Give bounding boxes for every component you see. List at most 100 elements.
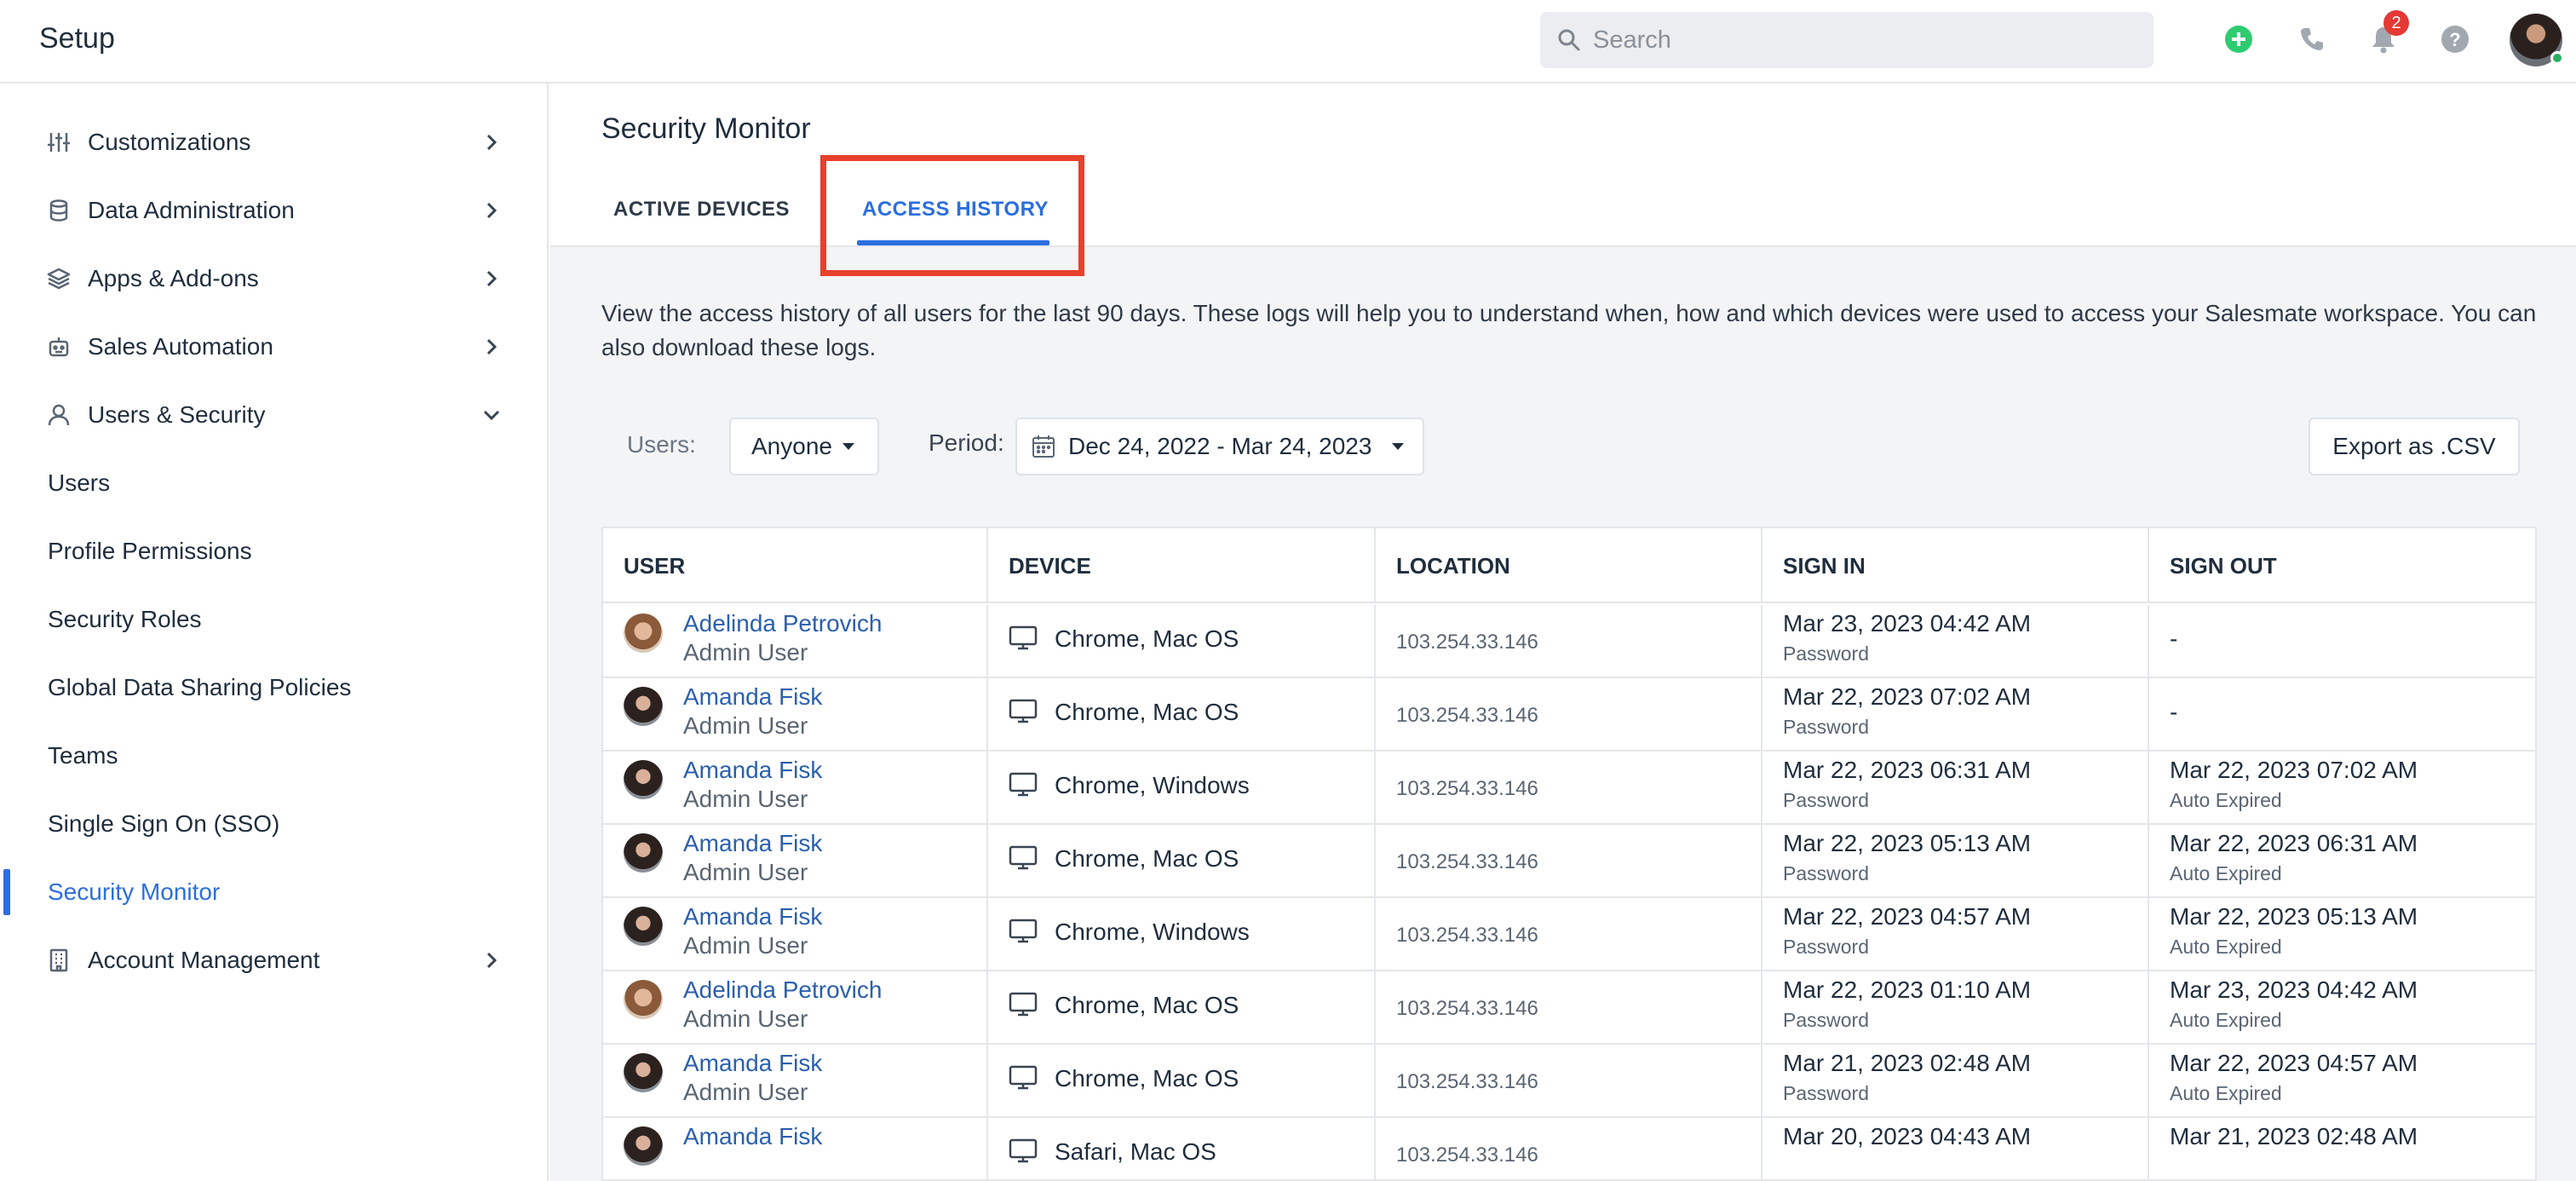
column-header-sign-in: SIGN IN [1762,528,2149,603]
table-header: USER DEVICE LOCATION SIGN IN SIGN OUT [603,528,2535,603]
top-bar: Setup 2 ? [0,0,2576,84]
table-row[interactable]: Amanda Fisk Admin User Chrome, Windows 103.… [603,898,2535,971]
user-name-link[interactable]: Adelinda Petrovich [683,610,882,637]
location-text: 103.254.33.146 [1396,997,1538,1020]
cell-user: Adelinda Petrovich Admin User [603,971,988,1045]
table-row[interactable]: Amanda Fisk Safari, Mac OS 103.254.33.146 M… [603,1118,2535,1179]
cell-sign-out: Mar 22, 2023 07:02 AM Auto Expired [2149,752,2535,825]
cell-location: 103.254.33.146 [1376,1118,1762,1179]
table-row[interactable]: Amanda Fisk Admin User Chrome, Mac OS 103.2… [603,825,2535,898]
user-name-link[interactable]: Amanda Fisk [683,1123,822,1150]
sidebar-item-global-data-sharing-policies[interactable]: Global Data Sharing Policies [0,658,549,717]
tab-active-devices[interactable]: ACTIVE DEVICES [613,198,790,222]
sign-out-reason: Auto Expired [2170,789,2282,811]
user-avatar[interactable] [2510,14,2564,66]
search-input[interactable] [1593,12,2138,68]
chevron-right-icon [479,130,504,155]
sidebar-item-account-management[interactable]: Account Management [0,930,549,990]
sidebar-item-users-security[interactable]: Users & Security [0,385,549,445]
location-text: 103.254.33.146 [1396,631,1538,654]
chevron-right-icon [479,948,504,973]
device-text: Chrome, Mac OS [1055,845,1239,872]
chevron-right-icon [479,198,504,223]
column-header-user: USER [603,528,988,603]
user-role: Admin User [683,712,808,739]
robot-icon [44,332,73,361]
sign-in-time: Mar 22, 2023 06:31 AM [1783,757,2032,783]
sidebar-item-label: Account Management [88,947,320,973]
sidebar-item-profile-permissions[interactable]: Profile Permissions [0,521,549,581]
sign-out-reason: Auto Expired [2170,936,2282,958]
sign-out-time: - [2170,699,2178,725]
cell-sign-in: Mar 22, 2023 06:31 AM Password [1762,752,2149,825]
period-filter-dropdown[interactable]: Dec 24, 2022 - Mar 24, 2023 [1015,418,1424,475]
user-role: Admin User [683,786,808,812]
cell-location: 103.254.33.146 [1376,1045,1762,1118]
sidebar-item-security-roles[interactable]: Security Roles [0,590,549,649]
monitor-icon [1009,699,1038,724]
sign-in-method: Password [1783,936,1869,958]
sidebar-item-label: Profile Permissions [48,538,252,564]
sidebar-item-sso[interactable]: Single Sign On (SSO) [0,794,549,854]
table-row[interactable]: Amanda Fisk Admin User Chrome, Mac OS 103.2… [603,1045,2535,1118]
page-header: Security Monitor ACTIVE DEVICES ACCESS H… [550,84,2576,276]
user-role: Admin User [683,1005,808,1032]
location-text: 103.254.33.146 [1396,1070,1538,1093]
sign-in-time: Mar 22, 2023 01:10 AM [1783,976,2032,1003]
user-name-link[interactable]: Amanda Fisk [683,903,822,930]
phone-icon[interactable] [2295,22,2329,56]
avatar [624,760,663,799]
sign-in-time: Mar 20, 2023 04:43 AM [1783,1123,2032,1149]
user-role: Admin User [683,859,808,885]
chevron-down-icon [479,402,504,428]
cell-user: Amanda Fisk Admin User [603,1045,988,1118]
avatar [624,687,663,726]
user-name-link[interactable]: Amanda Fisk [683,1050,822,1077]
online-status-icon [2550,51,2564,65]
sidebar-item-customizations[interactable]: Customizations [0,112,549,172]
app-title: Setup [39,22,115,55]
users-filter-dropdown[interactable]: Anyone [729,418,879,475]
sign-in-time: Mar 22, 2023 07:02 AM [1783,683,2032,710]
sidebar-item-apps-addons[interactable]: Apps & Add-ons [0,249,549,308]
user-name-link[interactable]: Adelinda Petrovich [683,976,882,1004]
device-text: Chrome, Mac OS [1055,992,1239,1018]
search-box[interactable] [1540,12,2153,68]
table-row[interactable]: Adelinda Petrovich Admin User Chrome, Mac … [603,605,2535,678]
device-text: Chrome, Mac OS [1055,625,1239,652]
table-row[interactable]: Amanda Fisk Admin User Chrome, Mac OS 103.2… [603,678,2535,752]
cell-location: 103.254.33.146 [1376,752,1762,825]
user-name-link[interactable]: Amanda Fisk [683,683,822,711]
cell-location: 103.254.33.146 [1376,678,1762,752]
notification-badge: 2 [2383,10,2409,36]
table-row[interactable]: Amanda Fisk Admin User Chrome, Windows 103.… [603,752,2535,825]
cell-sign-out: Mar 22, 2023 04:57 AM Auto Expired [2149,1045,2535,1118]
avatar [624,1126,663,1166]
sidebar-item-sales-automation[interactable]: Sales Automation [0,317,549,377]
sidebar-item-data-administration[interactable]: Data Administration [0,181,549,240]
user-role: Admin User [683,1079,808,1105]
sidebar-item-label: Security Roles [48,606,202,632]
page-description: View the access history of all users for… [601,300,2537,360]
user-name-link[interactable]: Amanda Fisk [683,757,822,784]
table-row[interactable]: Adelinda Petrovich Admin User Chrome, Mac … [603,971,2535,1045]
cell-device: Chrome, Mac OS [988,971,1376,1045]
sidebar-item-teams[interactable]: Teams [0,726,549,786]
column-header-sign-out: SIGN OUT [2170,552,2277,579]
main-content: Security Monitor ACTIVE DEVICES ACCESS H… [550,84,2576,1181]
cell-sign-in: Mar 22, 2023 01:10 AM Password [1762,971,2149,1045]
user-name-link[interactable]: Amanda Fisk [683,830,822,857]
cell-location: 103.254.33.146 [1376,898,1762,971]
sidebar-item-users[interactable]: Users [0,453,549,513]
location-text: 103.254.33.146 [1396,777,1538,800]
cell-sign-in: Mar 22, 2023 05:13 AM Password [1762,825,2149,898]
cell-sign-in: Mar 22, 2023 07:02 AM Password [1762,678,2149,752]
location-text: 103.254.33.146 [1396,850,1538,873]
add-icon[interactable] [2222,22,2256,56]
export-csv-button[interactable]: Export as .CSV [2309,418,2520,475]
monitor-icon [1009,845,1038,871]
cell-device: Chrome, Mac OS [988,678,1376,752]
help-icon[interactable]: ? [2438,22,2472,56]
sign-out-reason: Auto Expired [2170,862,2282,884]
sidebar-item-security-monitor[interactable]: Security Monitor [0,862,549,922]
